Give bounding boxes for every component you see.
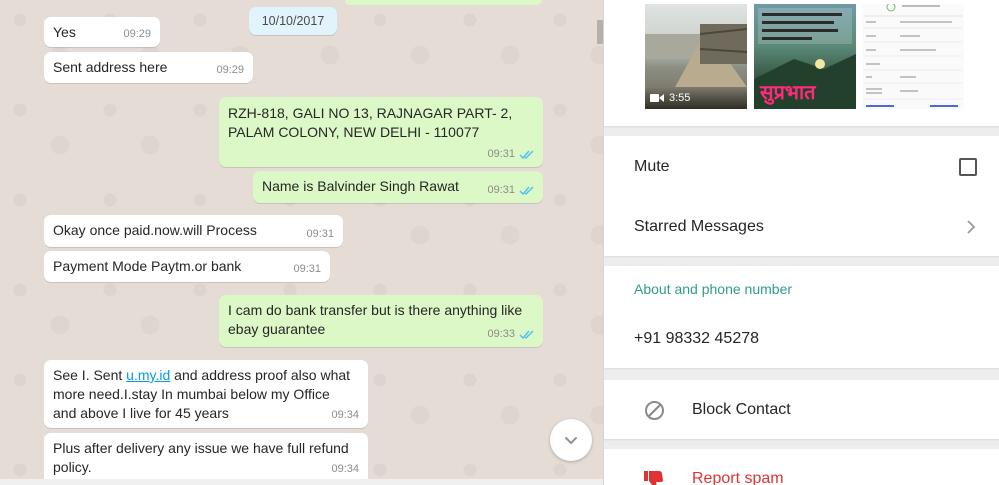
date-chip: 10/10/2017 <box>249 7 337 35</box>
video-duration: 3:55 <box>669 92 691 104</box>
message-text: Okay once paid.now.will Process <box>53 222 257 238</box>
message-incoming[interactable]: Sent address here 09:29 <box>44 52 253 83</box>
chat-pane: 10/10/2017 Yes 09:29 Sent address here 0… <box>0 0 603 485</box>
message-text: Yes <box>53 24 76 40</box>
message-time: 09:31 <box>306 228 334 240</box>
double-tick-read-icon <box>519 185 535 196</box>
message-outgoing[interactable]: I cam do bank transfer but is there anyt… <box>219 295 543 347</box>
block-section: Block Contact <box>604 380 999 439</box>
phone-number[interactable]: +91 98332 45278 <box>634 330 759 348</box>
message-text: Plus after delivery any issue we have fu… <box>53 440 349 475</box>
about-label: About and phone number <box>634 281 793 297</box>
mute-row[interactable]: Mute <box>604 136 999 196</box>
message-time: 09:29 <box>123 28 151 40</box>
video-thumbnail-art <box>645 24 747 87</box>
block-contact-row[interactable]: Block Contact <box>604 380 999 439</box>
report-spam-label: Report spam <box>692 470 784 485</box>
report-section: Report spam <box>604 449 999 485</box>
message-incoming[interactable]: Payment Mode Paytm.or bank 09:31 <box>44 251 330 282</box>
starred-messages-row[interactable]: Starred Messages <box>604 196 999 256</box>
mute-checkbox[interactable] <box>959 158 977 176</box>
block-icon <box>645 401 664 420</box>
double-tick-read-icon <box>519 329 535 340</box>
message-text: I cam do bank transfer but is there anyt… <box>228 302 523 337</box>
image-caption: सुप्रभात <box>760 80 816 104</box>
message-time: 09:34 <box>331 463 359 475</box>
message-outgoing[interactable]: Name is Balvinder Singh Rawat 09:31 <box>253 171 543 203</box>
media-thumb-document[interactable] <box>862 4 964 109</box>
message-text: Payment Mode Paytm.or bank <box>53 258 242 274</box>
block-contact-label: Block Contact <box>692 401 791 418</box>
composer-edge <box>0 479 603 485</box>
previous-message-bubble <box>345 0 542 5</box>
starred-messages-label: Starred Messages <box>634 218 764 235</box>
message-incoming[interactable]: See I. Sent u.my.id and address proof al… <box>44 360 368 428</box>
message-text: RZH-818, GALI NO 13, RAJNAGAR PART- 2, P… <box>228 105 513 140</box>
message-text: Name is Balvinder Singh Rawat <box>262 178 459 194</box>
message-incoming[interactable]: Yes 09:29 <box>44 17 160 47</box>
settings-section: Mute Starred Messages <box>604 136 999 256</box>
message-incoming[interactable]: Plus after delivery any issue we have fu… <box>44 433 368 485</box>
chevron-right-icon <box>967 220 976 234</box>
mute-label: Mute <box>634 158 670 175</box>
message-time: 09:31 <box>293 263 321 275</box>
message-time: 09:33 <box>487 325 535 344</box>
message-time: 09:31 <box>487 181 535 200</box>
media-thumb-video[interactable]: 3:55 <box>645 4 747 109</box>
message-link[interactable]: u.my.id <box>126 367 170 383</box>
double-tick-read-icon <box>519 149 535 160</box>
video-meta: 3:55 <box>645 87 747 109</box>
message-incoming[interactable]: Okay once paid.now.will Process 09:31 <box>44 215 343 247</box>
thumbs-down-icon <box>644 471 663 485</box>
message-time: 09:34 <box>331 409 359 421</box>
media-section: 3:55 सुप्रभात <box>604 0 999 126</box>
message-time: 09:29 <box>216 64 244 76</box>
chevron-down-icon <box>565 437 577 445</box>
scroll-to-bottom-button[interactable] <box>550 419 592 461</box>
media-thumb-image[interactable]: सुप्रभात <box>754 4 856 109</box>
video-camera-icon <box>650 94 664 102</box>
contact-info-pane: 3:55 सुप्रभात Mute Starred Messages Abou… <box>603 0 999 485</box>
message-time: 09:31 <box>487 145 535 164</box>
about-section: About and phone number +91 98332 45278 <box>604 266 999 368</box>
message-outgoing[interactable]: RZH-818, GALI NO 13, RAJNAGAR PART- 2, P… <box>219 97 543 167</box>
report-spam-row[interactable]: Report spam <box>604 449 999 485</box>
document-thumbnail-art <box>864 4 962 107</box>
message-text: See I. Sent u.my.id and address proof al… <box>53 367 351 421</box>
message-text: Sent address here <box>53 59 168 75</box>
